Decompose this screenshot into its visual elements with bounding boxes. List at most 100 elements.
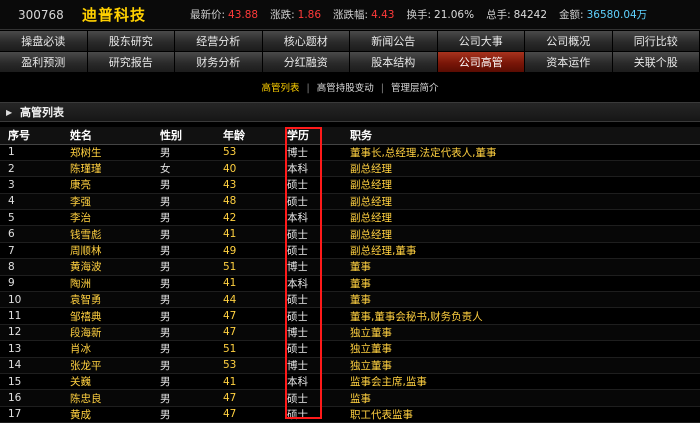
cell-gender: 男 <box>152 193 215 211</box>
nav-tab-row1-6[interactable]: 公司大事 <box>437 31 525 52</box>
cell-gender: 男 <box>152 242 215 260</box>
cell-position: 董事长,总经理,法定代表人,董事 <box>342 144 700 161</box>
subnav-separator: | <box>380 83 384 94</box>
cell-name: 段海新 <box>62 324 152 342</box>
quote-amount: 金额: 36580.04万 <box>559 9 648 21</box>
table-row[interactable]: 11 邹禧典男 47 硕士 董事,董事会秘书,财务负责人 <box>0 307 700 325</box>
cell-position: 独立董事 <box>342 357 700 374</box>
table-row[interactable]: 13 肖冰男 51 硕士 独立董事 <box>0 340 700 358</box>
table-row[interactable]: 10 袁智勇男 44 硕士 董事 <box>0 291 700 309</box>
cell-name: 李治 <box>62 209 152 227</box>
nav-tab-row2-8[interactable]: 关联个股 <box>612 52 700 73</box>
cell-education: 硕士 <box>279 291 342 309</box>
nav-tab-row2-2[interactable]: 研究报告 <box>87 52 175 73</box>
nav-tab-row2-5[interactable]: 股本结构 <box>350 52 438 73</box>
nav-tab-row2-3[interactable]: 财务分析 <box>175 52 263 73</box>
subnav-separator: | <box>306 83 310 94</box>
cell-education: 硕士 <box>279 193 342 211</box>
column-header-education[interactable]: 学历 <box>279 127 342 145</box>
cell-age: 51 <box>215 258 279 276</box>
column-header-gender[interactable]: 性别 <box>152 127 215 145</box>
cell-position: 独立董事 <box>342 340 700 358</box>
cell-gender: 男 <box>152 406 215 423</box>
table-row[interactable]: 9 陶洲男 41 本科 董事 <box>0 275 700 293</box>
quote-turnover: 换手: 21.06% <box>406 8 475 22</box>
column-header-index[interactable]: 序号 <box>0 127 62 145</box>
table-row[interactable]: 2 陈瑾瑾女 40 本科 副总经理 <box>0 160 700 178</box>
cell-age: 48 <box>215 193 279 211</box>
cell-position: 副总经理,董事 <box>342 242 700 260</box>
cell-gender: 男 <box>152 258 215 276</box>
table-row[interactable]: 1 郑树生男 53 博士 董事长,总经理,法定代表人,董事 <box>0 144 700 161</box>
quote-bar: 300768 迪普科技 最新价: 43.88 涨跌: 1.86 涨跌幅: 4.43 换… <box>0 0 700 30</box>
cell-index: 2 <box>0 160 62 178</box>
cell-name: 康亮 <box>62 176 152 194</box>
subnav-management-profiles[interactable]: 管理层简介 <box>391 83 439 94</box>
nav-tab-row1-3[interactable]: 经营分析 <box>175 31 263 52</box>
nav-tab-row1-8[interactable]: 同行比较 <box>612 31 700 52</box>
nav-tab-row2-4[interactable]: 分红融资 <box>262 52 350 73</box>
cell-index: 12 <box>0 324 62 342</box>
nav-tab-row1-4[interactable]: 核心题材 <box>262 31 350 52</box>
cell-index: 13 <box>0 340 62 358</box>
cell-name: 陶洲 <box>62 275 152 293</box>
table-header-row: 序号 姓名 性别 年龄 学历 职务 <box>0 127 700 145</box>
nav-tab-row2-1[interactable]: 盈利预测 <box>0 52 88 73</box>
stock-code: 300768 <box>18 7 64 22</box>
cell-index: 5 <box>0 209 62 227</box>
cell-position: 副总经理 <box>342 160 700 178</box>
cell-education: 硕士 <box>279 340 342 358</box>
cell-index: 11 <box>0 307 62 325</box>
nav-tab-row2-7[interactable]: 资本运作 <box>525 52 613 73</box>
column-header-position[interactable]: 职务 <box>342 127 700 145</box>
table-row[interactable]: 7 周顺林男 49 硕士 副总经理,董事 <box>0 242 700 260</box>
cell-position: 董事 <box>342 291 700 309</box>
cell-name: 钱雪彪 <box>62 225 152 243</box>
cell-position: 职工代表监事 <box>342 406 700 423</box>
cell-education: 本科 <box>279 209 342 227</box>
cell-name: 袁智勇 <box>62 291 152 309</box>
cell-age: 47 <box>215 324 279 342</box>
table-row[interactable]: 4 李强男 48 硕士 副总经理 <box>0 193 700 211</box>
cell-index: 16 <box>0 389 62 407</box>
nav-tab-row2-6[interactable]: 公司高管 <box>437 52 525 73</box>
table-row[interactable]: 3 康亮男 43 硕士 副总经理 <box>0 176 700 194</box>
column-header-name[interactable]: 姓名 <box>62 127 152 145</box>
cell-gender: 男 <box>152 373 215 391</box>
subnav-executive-list[interactable]: 高管列表 <box>261 83 299 94</box>
quote-volume: 总手: 84242 <box>486 8 548 22</box>
cell-age: 41 <box>215 225 279 243</box>
nav-tab-row1-5[interactable]: 新闻公告 <box>350 31 438 52</box>
nav-tab-row1-1[interactable]: 操盘必读 <box>0 31 88 52</box>
cell-index: 1 <box>0 144 62 161</box>
cell-gender: 男 <box>152 324 215 342</box>
cell-gender: 男 <box>152 389 215 407</box>
cell-education: 硕士 <box>279 406 342 423</box>
quote-latest-price: 最新价: 43.88 <box>190 8 259 22</box>
expand-triangle-icon[interactable]: ▶ <box>6 108 20 117</box>
table-row[interactable]: 12 段海新男 47 博士 独立董事 <box>0 324 700 342</box>
cell-education: 硕士 <box>279 176 342 194</box>
table-row[interactable]: 15 关巍男 41 本科 监事会主席,监事 <box>0 373 700 391</box>
cell-age: 47 <box>215 406 279 423</box>
cell-index: 15 <box>0 373 62 391</box>
table-row[interactable]: 14 张龙平男 53 博士 独立董事 <box>0 357 700 374</box>
nav-row-2: 盈利预测 研究报告 财务分析 分红融资 股本结构 公司高管 资本运作 关联个股 <box>0 52 700 73</box>
cell-position: 监事 <box>342 389 700 407</box>
table-row[interactable]: 16 陈忠良男 47 硕士 监事 <box>0 389 700 407</box>
cell-gender: 男 <box>152 357 215 374</box>
cell-gender: 男 <box>152 340 215 358</box>
cell-index: 6 <box>0 225 62 243</box>
section-title: 高管列表 <box>20 106 64 119</box>
table-row[interactable]: 17 黄成男 47 硕士 职工代表监事 <box>0 406 700 423</box>
cell-index: 8 <box>0 258 62 276</box>
nav-tab-row1-7[interactable]: 公司概况 <box>525 31 613 52</box>
table-row[interactable]: 6 钱雪彪男 41 硕士 副总经理 <box>0 225 700 243</box>
subnav-shareholding-changes[interactable]: 高管持股变动 <box>317 83 374 94</box>
table-row[interactable]: 8 黄海波男 51 博士 董事 <box>0 258 700 276</box>
nav-tab-row1-2[interactable]: 股东研究 <box>87 31 175 52</box>
section-header[interactable]: ▶ 高管列表 <box>0 102 700 122</box>
cell-age: 53 <box>215 144 279 161</box>
table-row[interactable]: 5 李治男 42 本科 副总经理 <box>0 209 700 227</box>
column-header-age[interactable]: 年龄 <box>215 127 279 145</box>
